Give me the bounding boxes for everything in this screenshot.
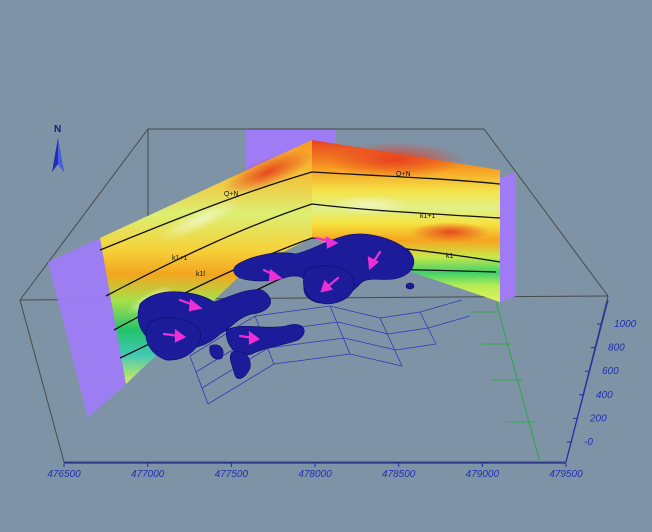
hot-zone [325,142,465,178]
x-axis-tick-label: 477000 [131,469,165,480]
layer-label-back: k1+1 [420,213,435,220]
z-axis-tick-label: 200 [589,413,607,424]
3d-geological-scene[interactable]: Q+N k1+1 k1 Q+N k1+1 k1l 476500 477000 477… [0,0,652,532]
x-axis-tick-label: 479000 [466,469,500,480]
layer-label-left: k1+1 [172,255,187,262]
x-axis-tick-label: 478500 [382,469,416,480]
north-label: N [54,124,61,135]
z-axis-tick-label: 600 [602,366,619,377]
x-axis-tick-label: 479500 [549,469,583,480]
z-axis-tick-label: 400 [596,390,613,401]
z-axis-tick-label: 800 [608,343,625,354]
x-axis-tick-label: 476500 [47,469,81,480]
anomaly-body [405,282,415,290]
z-axis-tick-label: -0 [584,437,593,448]
layer-label-back: Q+N [396,171,411,178]
hot-zone [410,222,490,242]
layer-label-left: k1l [196,271,205,278]
layer-label-left: Q+N [224,191,239,198]
x-axis-tick-label: 477500 [215,469,249,480]
x-axis-tick-label: 478000 [298,469,332,480]
z-axis-tick-label: 1000 [614,319,637,330]
layer-label-back: k1 [446,253,454,260]
right-end-cap [500,172,516,302]
